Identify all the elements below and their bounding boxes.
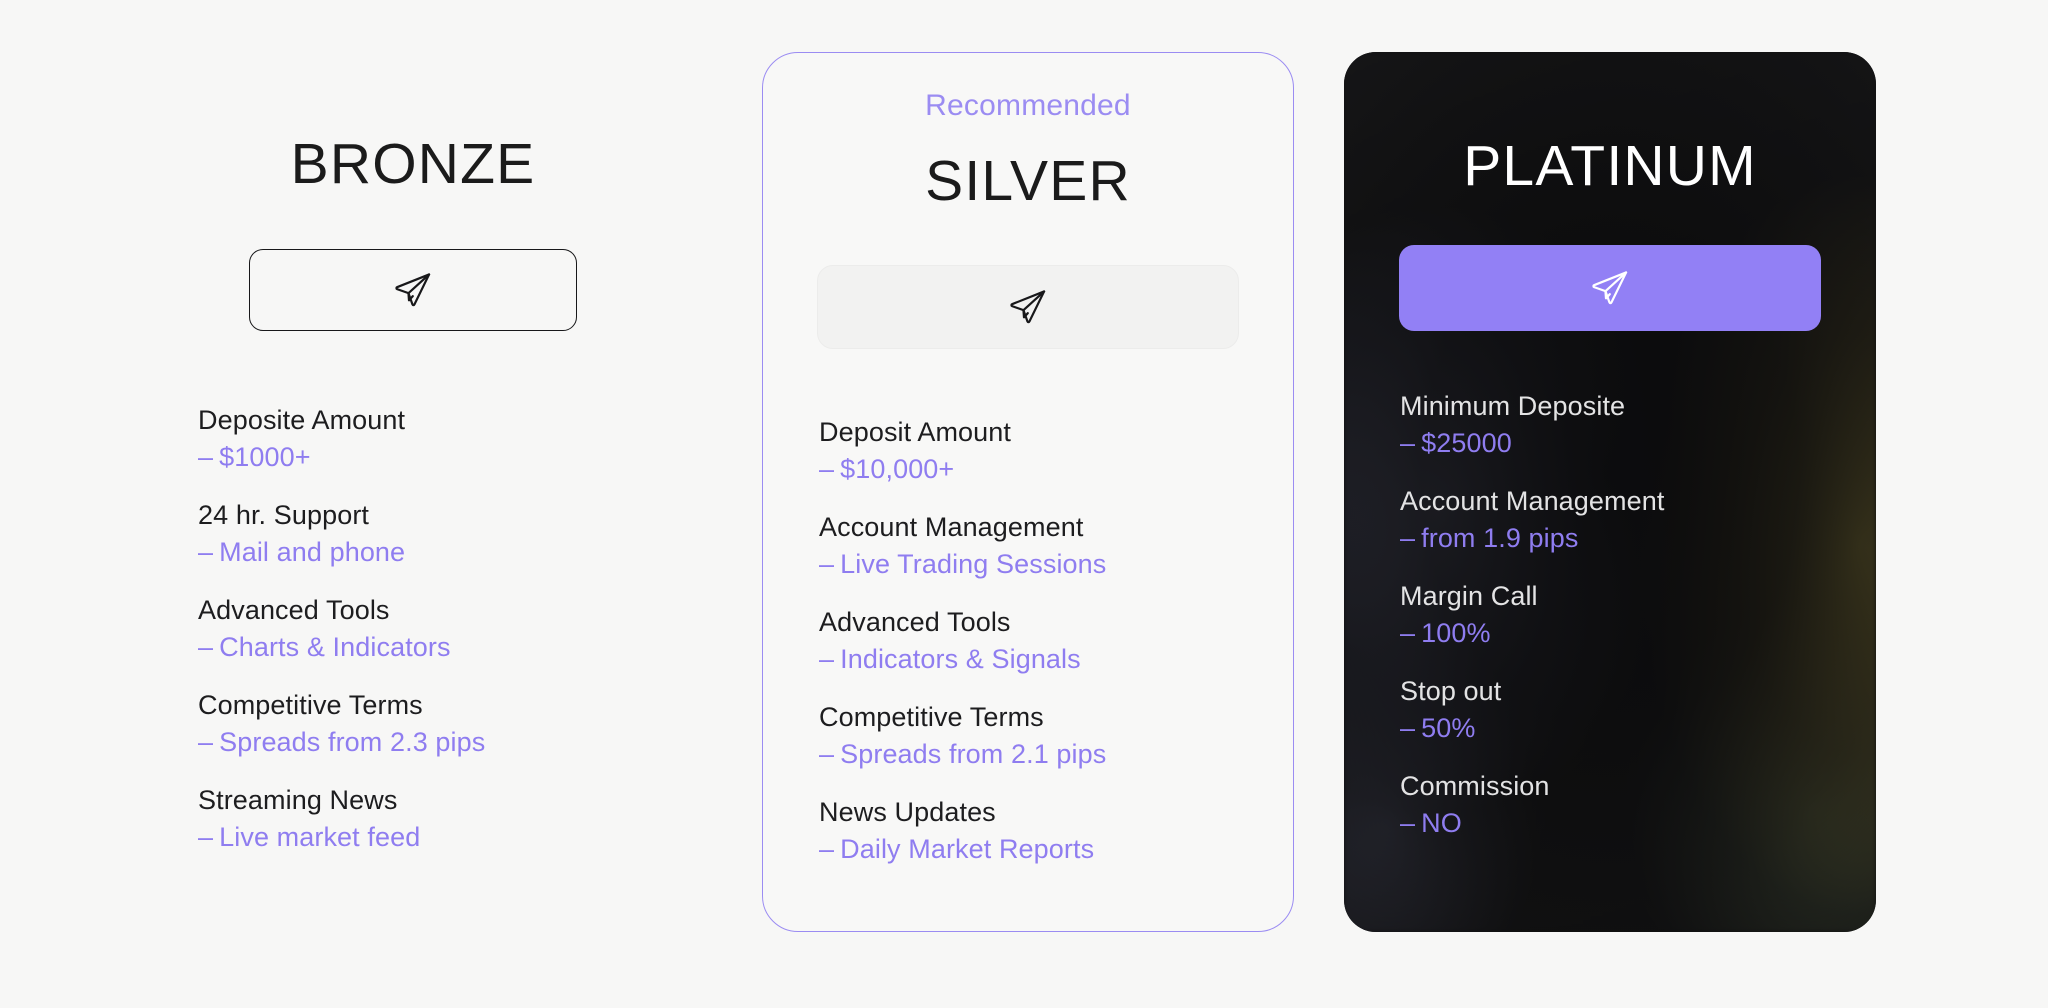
dash: –	[819, 833, 835, 864]
list-item: Streaming News – Live market feed	[198, 783, 628, 854]
feature-value: – $1000+	[198, 440, 628, 475]
feature-value: – $10,000+	[819, 452, 1293, 487]
page-title-bronze: BRONZE	[290, 132, 536, 196]
value-text: NO	[1421, 807, 1462, 838]
list-item: Minimum Deposite – $25000	[1400, 389, 1876, 460]
page-title-platinum: PLATINUM	[1463, 134, 1757, 198]
feature-label: Minimum Deposite	[1400, 391, 1626, 421]
dash: –	[198, 441, 214, 472]
status-badge-recommended: Recommended	[925, 89, 1131, 122]
feature-label: 24 hr. Support	[198, 500, 370, 531]
list-item: News Updates – Daily Market Reports	[819, 795, 1293, 866]
list-item: Account Management – from 1.9 pips	[1400, 484, 1876, 555]
value-text: Daily Market Reports	[840, 833, 1095, 864]
value-text: $10,000+	[840, 453, 955, 484]
feature-value: – Live market feed	[198, 820, 628, 855]
value-text: Mail and phone	[219, 536, 406, 567]
feature-label: Competitive Terms	[819, 702, 1044, 733]
feature-label: Streaming News	[198, 785, 398, 816]
feature-value: – from 1.9 pips	[1400, 521, 1876, 556]
feature-label: Advanced Tools	[198, 595, 390, 626]
silver-cta-button[interactable]	[817, 265, 1239, 349]
list-item: Advanced Tools – Indicators & Signals	[819, 605, 1293, 676]
feature-value: – Mail and phone	[198, 535, 628, 570]
paper-plane-icon	[1007, 286, 1049, 328]
feature-value: –50%	[1400, 711, 1876, 746]
dash: –	[819, 548, 835, 579]
list-item: Account Management – Live Trading Session…	[819, 510, 1293, 581]
feature-label: Commission	[1400, 771, 1550, 802]
feature-label: Advanced Tools	[819, 607, 1011, 638]
value-text: Live Trading Sessions	[840, 548, 1107, 579]
dash: –	[1400, 522, 1416, 553]
list-item: Margin Call –100%	[1400, 579, 1876, 650]
feature-label: News Updates	[819, 797, 996, 828]
list-item: Commission – NO	[1400, 769, 1876, 840]
feature-label: Competitive Terms	[198, 690, 423, 721]
feature-label: Deposit Amount	[819, 417, 1012, 447]
dash: –	[819, 453, 835, 484]
value-text: Live market feed	[219, 821, 421, 852]
plan-card-bronze-content: BRONZE Deposite Amount – $1000+ 24 hr. S…	[198, 52, 628, 936]
feature-label: Account Management	[819, 512, 1084, 543]
feature-value: – Spreads from 2.3 pips	[198, 725, 628, 760]
dash: –	[1400, 712, 1416, 743]
value-text: 50%	[1421, 712, 1476, 743]
list-item: Advanced Tools – Charts & Indicators	[198, 593, 628, 664]
feature-label: Stop out	[1400, 676, 1502, 707]
feature-value: – $25000	[1400, 426, 1876, 461]
feature-list-silver: Deposit Amount – $10,000+ Account Managem…	[763, 415, 1293, 866]
pricing-plans-container: BRONZE Deposite Amount – $1000+ 24 hr. S…	[0, 0, 2048, 1008]
value-text: Spreads from 2.3 pips	[219, 726, 486, 757]
value-text: 100%	[1421, 617, 1491, 648]
value-text: $1000+	[219, 441, 311, 472]
plan-card-platinum: PLATINUM Minimum Deposite – $25000 Accou…	[1344, 52, 1876, 932]
plan-card-silver-content: Recommended SILVER Deposit Amount – $10,0…	[763, 53, 1293, 931]
value-text: Indicators & Signals	[840, 643, 1081, 674]
feature-value: – Indicators & Signals	[819, 642, 1293, 677]
feature-list-platinum: Minimum Deposite – $25000 Account Managem…	[1344, 389, 1876, 840]
plan-card-silver: Recommended SILVER Deposit Amount – $10,0…	[762, 52, 1294, 932]
feature-label: Deposite Amount	[198, 405, 406, 435]
feature-value: – Live Trading Sessions	[819, 547, 1293, 582]
feature-value: – NO	[1400, 806, 1876, 841]
feature-label: Margin Call	[1400, 581, 1538, 612]
plan-card-platinum-content: PLATINUM Minimum Deposite – $25000 Accou…	[1344, 52, 1876, 932]
paper-plane-icon	[1589, 267, 1631, 309]
dash: –	[819, 738, 835, 769]
value-text: Charts & Indicators	[219, 631, 451, 662]
value-text: Spreads from 2.1 pips	[840, 738, 1107, 769]
list-item: 24 hr. Support – Mail and phone	[198, 498, 628, 569]
feature-value: – Charts & Indicators	[198, 630, 628, 665]
bronze-cta-button[interactable]	[249, 249, 577, 331]
feature-label: Account Management	[1400, 486, 1665, 517]
dash: –	[198, 631, 214, 662]
dash: –	[819, 643, 835, 674]
page-title-silver: SILVER	[925, 149, 1131, 213]
plan-card-bronze: BRONZE Deposite Amount – $1000+ 24 hr. S…	[198, 52, 628, 936]
dash: –	[1400, 427, 1416, 458]
paper-plane-icon	[392, 269, 434, 311]
feature-value: – Spreads from 2.1 pips	[819, 737, 1293, 772]
value-text: from 1.9 pips	[1421, 522, 1579, 553]
list-item: Deposite Amount – $1000+	[198, 403, 628, 474]
dash: –	[1400, 617, 1416, 648]
platinum-cta-button[interactable]	[1399, 245, 1821, 331]
list-item: Deposit Amount – $10,000+	[819, 415, 1293, 486]
feature-list-bronze: Deposite Amount – $1000+ 24 hr. Support –…	[198, 403, 628, 854]
dash: –	[198, 726, 214, 757]
dash: –	[1400, 807, 1416, 838]
list-item: Stop out –50%	[1400, 674, 1876, 745]
feature-value: – Daily Market Reports	[819, 832, 1293, 867]
list-item: Competitive Terms – Spreads from 2.3 pips	[198, 688, 628, 759]
list-item: Competitive Terms – Spreads from 2.1 pips	[819, 700, 1293, 771]
feature-value: –100%	[1400, 616, 1876, 651]
dash: –	[198, 536, 214, 567]
value-text: $25000	[1421, 427, 1512, 458]
dash: –	[198, 821, 214, 852]
